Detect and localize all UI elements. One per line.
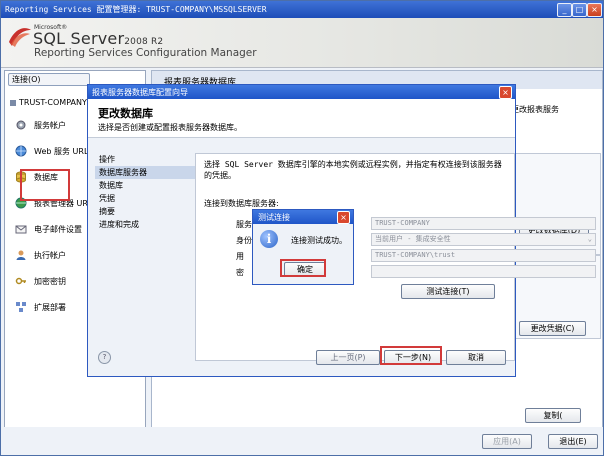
user-icon [16,250,26,260]
wizard-heading: 更改数据库 [98,107,153,120]
wizard-steps: 操作 数据库服务器 数据库 凭据 摘要 进度和完成 [95,153,195,359]
sidebar-item-label: 扩展部署 [34,303,66,312]
gear-icon [16,120,26,130]
wizard-close-button[interactable]: × [499,86,512,99]
brand-product-name: SQL Server [33,29,125,48]
info-icon: i [260,230,278,248]
window-titlebar[interactable]: Reporting Services 配置管理器: TRUST-COMPANY\… [1,1,603,18]
connect-button[interactable]: 连接(O) [8,73,90,86]
test-dialog-titlebar[interactable]: 测试连接 × [253,210,353,224]
wizard-step-database-server[interactable]: 数据库服务器 [95,166,195,179]
minimize-button[interactable]: _ [557,3,572,17]
sidebar-item-label: 电子邮件设置 [34,225,82,234]
ok-button-highlight-box [280,259,326,277]
previous-button[interactable]: 上一页(P) [316,350,380,365]
wizard-step-database[interactable]: 数据库 [95,179,195,192]
sidebar-item-label: 加密密钥 [34,277,66,286]
authentication-value: 当前用户 - 集成安全性 [375,235,451,243]
change-credentials-button[interactable]: 更改凭据(C) [519,321,586,336]
close-button[interactable]: × [587,3,602,17]
brand-product: SQL Server2008 R2 [33,29,163,48]
sidebar-item-label: 服务帐户 [34,121,66,130]
brand-subtitle: Reporting Services Configuration Manager [34,47,257,59]
copy-button[interactable]: 复制( [525,408,581,423]
wizard-step-summary[interactable]: 摘要 [95,205,195,218]
wizard-body: 选择 SQL Server 数据库引擎的本地实例或远程实例，并指定有权连接到该服… [195,153,596,361]
password-input[interactable] [371,265,596,278]
window-title: Reporting Services 配置管理器: TRUST-COMPANY\… [5,5,267,14]
globe-icon [15,145,27,157]
wizard-step-progress[interactable]: 进度和完成 [95,218,195,231]
server-name-input[interactable]: TRUST-COMPANY [371,217,596,230]
scale-out-icon [16,302,26,312]
brand-version: 2008 R2 [124,37,164,47]
wizard-titlebar[interactable]: 报表服务器数据库配置向导 × [88,85,515,99]
test-dialog-title: 测试连接 [258,213,290,222]
authentication-select[interactable]: 当前用户 - 集成安全性 ⌄ [371,233,596,246]
wizard-description: 选择 SQL Server 数据库引擎的本地实例或远程实例，并指定有权连接到该服… [204,160,502,180]
wizard-header: 更改数据库 选择是否创建或配置报表服务器数据库。 [88,99,515,138]
sql-server-logo-icon [9,28,31,47]
cancel-button[interactable]: 取消 [446,350,506,365]
test-dialog-close-button[interactable]: × [337,211,350,224]
wizard-title: 报表服务器数据库配置向导 [92,88,188,97]
sidebar-item-label: Web 服务 URL [34,147,89,156]
maximize-button[interactable]: □ [572,3,587,17]
password-label: 密 [236,268,244,277]
username-label: 用 [236,252,244,261]
test-connection-button[interactable]: 测试连接(T) [401,284,495,299]
change-report-server-text: 更改报表服务 [511,105,559,114]
apply-button[interactable]: 应用(A) [482,434,532,449]
authentication-label: 身份 [236,236,252,245]
wizard-step-action[interactable]: 操作 [95,153,195,166]
database-highlight-box [20,169,70,201]
server-name-label: 服务 [236,220,252,229]
help-icon[interactable]: ? [98,351,111,364]
key-icon [15,277,26,285]
test-connection-dialog: 测试连接 × i 连接测试成功。 确定 [252,209,354,285]
username-input[interactable]: TRUST-COMPANY\trust [371,249,596,262]
next-button-highlight-box [380,346,442,365]
chevron-down-icon: ⌄ [587,235,592,243]
server-icon [10,100,16,106]
email-icon [15,225,27,234]
sidebar-item-label: 执行帐户 [34,251,66,260]
exit-button[interactable]: 退出(E) [548,434,598,449]
wizard-step-credentials[interactable]: 凭据 [95,192,195,205]
wizard-subheading: 选择是否创建或配置报表服务器数据库。 [98,123,242,132]
connect-db-server-label: 连接到数据库服务器: [204,199,279,208]
test-result-message: 连接测试成功。 [291,236,347,245]
